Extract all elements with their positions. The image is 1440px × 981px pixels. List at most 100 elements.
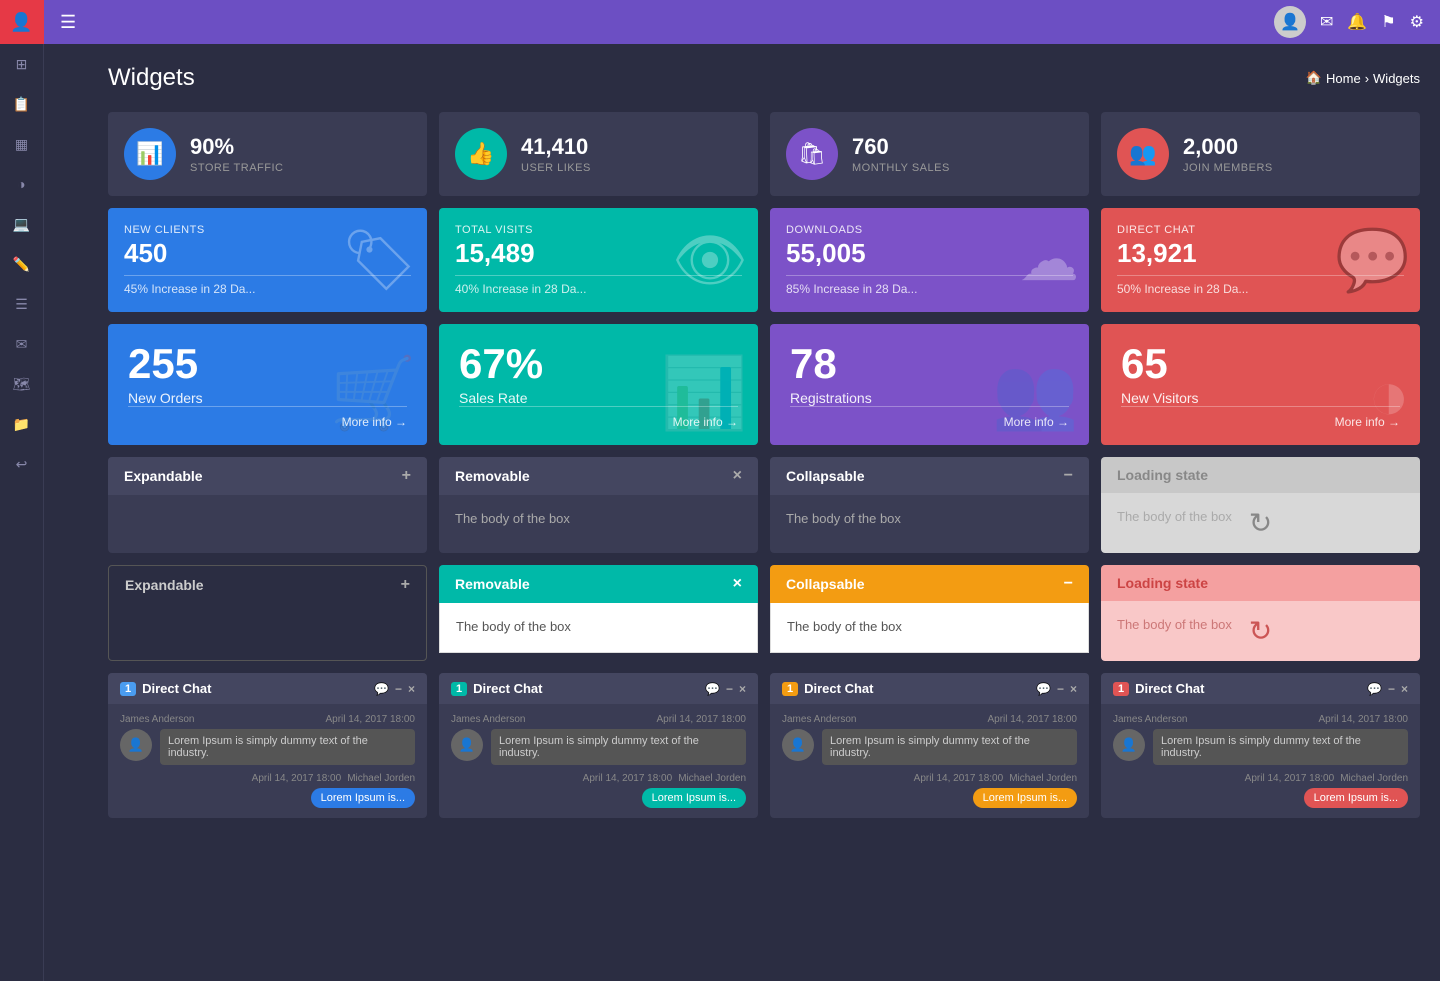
sidebar-icon-dashboard[interactable]: ⊞	[0, 44, 44, 84]
likes-label: USER LIKES	[521, 162, 591, 174]
chat-to-date-red: April 14, 2017 18:00	[1245, 773, 1335, 784]
remove-teal-action[interactable]: ×	[733, 575, 742, 593]
registrations-more-info[interactable]: More info →	[1004, 415, 1069, 429]
chat-title-blue: Direct Chat	[142, 681, 211, 696]
downloads-bg-icon: ☁	[1019, 225, 1079, 295]
chat-bg-icon: 💬	[1335, 225, 1410, 296]
registrations-label: Registrations	[790, 390, 1069, 406]
members-icon: 👥	[1117, 128, 1169, 180]
hamburger-menu[interactable]: ☰	[60, 12, 76, 33]
box-collapsable-title: Collapsable	[786, 468, 865, 484]
chat-close-teal[interactable]: ×	[739, 682, 746, 696]
bell-icon[interactable]: 🔔	[1347, 12, 1367, 32]
chat-to-msg-red: Lorem Ipsum is...	[1304, 788, 1408, 808]
chat-bubble-icon[interactable]: 💬	[374, 682, 389, 696]
traffic-icon: 📊	[124, 128, 176, 180]
main-content: Widgets 🏠 Home › Widgets 📊 90% STORE TRA…	[88, 44, 1440, 981]
chat-minimize-teal[interactable]: −	[726, 682, 733, 696]
box-collapsable-orange-title: Collapsable	[786, 576, 865, 592]
members-number: 2,000	[1183, 134, 1273, 160]
chat-from-avatar-orange: 👤	[782, 729, 814, 761]
stat-card-members: 👥 2,000 JOIN MEMBERS	[1101, 112, 1420, 196]
box-removable-header: Removable ×	[439, 457, 758, 495]
box-loading-dark: Loading state The body of the box ↻	[1101, 457, 1420, 553]
chat-to-msg-orange: Lorem Ipsum is...	[973, 788, 1077, 808]
chat-msg-orange: 👤 Lorem Ipsum is simply dummy text of th…	[782, 729, 1077, 765]
box-collapsable-orange-body: The body of the box	[770, 603, 1089, 653]
salesrate-number: 67%	[459, 340, 738, 388]
sidebar-icon-edit[interactable]: ✏️	[0, 244, 44, 284]
box-removable-body: The body of the box	[439, 495, 758, 545]
chat-bubble-icon-orange[interactable]: 💬	[1036, 682, 1051, 696]
chat-header-blue: 1 Direct Chat 💬 − ×	[108, 673, 427, 704]
sidebar-icon-folder[interactable]: 📁	[0, 404, 44, 444]
chat-to-name-blue: Michael Jorden	[347, 773, 415, 784]
big-stat-visitors: ◑ 65 New Visitors More info →	[1101, 324, 1420, 445]
chat-close-blue[interactable]: ×	[408, 682, 415, 696]
sidebar-icon-computer[interactable]: 💻	[0, 204, 44, 244]
page-header: Widgets 🏠 Home › Widgets	[108, 64, 1420, 92]
collapse-orange-action[interactable]: −	[1064, 575, 1073, 593]
chat-msg-red: 👤 Lorem Ipsum is simply dummy text of th…	[1113, 729, 1408, 765]
orders-more-info[interactable]: More info →	[342, 415, 407, 429]
stat-card-likes: 👍 41,410 USER LIKES	[439, 112, 758, 196]
big-stat-registrations: 👥 78 Registrations More info →	[770, 324, 1089, 445]
sidebar-icon-pie[interactable]: ◑	[0, 164, 44, 204]
chat-close-red[interactable]: ×	[1401, 682, 1408, 696]
salesrate-more-info[interactable]: More info →	[673, 415, 738, 429]
visitors-more-info[interactable]: More info →	[1335, 415, 1400, 429]
mail-icon[interactable]: ✉	[1320, 12, 1333, 32]
likes-icon: 👍	[455, 128, 507, 180]
loading-pink-spinner: ↻	[1249, 615, 1272, 648]
user-avatar[interactable]: 👤	[1274, 6, 1306, 38]
box-collapsable-dark: Collapsable − The body of the box	[770, 457, 1089, 553]
chat-title-red: Direct Chat	[1135, 681, 1204, 696]
chat-header-red: 1 Direct Chat 💬 − ×	[1101, 673, 1420, 704]
chat-from-date-orange: April 14, 2017 18:00	[987, 714, 1077, 725]
chat-minimize-red[interactable]: −	[1388, 682, 1395, 696]
chat-bubble-icon-teal[interactable]: 💬	[705, 682, 720, 696]
chat-from-avatar-teal: 👤	[451, 729, 483, 761]
expand-outline-action[interactable]: +	[401, 576, 410, 594]
chat-from-msg-orange: Lorem Ipsum is simply dummy text of the …	[822, 729, 1077, 765]
info-card-downloads: ☁ DOWNLOADS 55,005 85% Increase in 28 Da…	[770, 208, 1089, 312]
chat-card-blue: 1 Direct Chat 💬 − × James Anderson April…	[108, 673, 427, 818]
info-card-visits: 👁 TOTAL VISITS 15,489 40% Increase in 28…	[439, 208, 758, 312]
members-label: JOIN MEMBERS	[1183, 162, 1273, 174]
box-removable-dark: Removable × The body of the box	[439, 457, 758, 553]
chat-badge-blue: 1	[120, 682, 136, 696]
chat-to-name-teal: Michael Jorden	[678, 773, 746, 784]
sidebar-icon-back[interactable]: ↩	[0, 444, 44, 484]
breadcrumb-home: Home	[1326, 71, 1361, 86]
box-removable-teal: Removable × The body of the box	[439, 565, 758, 661]
flag-icon[interactable]: ⚑	[1381, 12, 1395, 32]
settings-icon[interactable]: ⚙	[1410, 12, 1424, 32]
box-loading-pink-body: The body of the box ↻	[1101, 601, 1420, 661]
expand-action[interactable]: +	[402, 467, 411, 485]
box-removable-teal-body: The body of the box	[439, 603, 758, 653]
chat-close-orange[interactable]: ×	[1070, 682, 1077, 696]
sidebar: 👤 ⊞ 📋 ▦ ◑ 💻 ✏️ ☰ ✉ 🗺 📁 ↩	[0, 0, 44, 981]
chat-body-blue: James Anderson April 14, 2017 18:00 👤 Lo…	[108, 704, 427, 818]
sidebar-icon-grid[interactable]: ▦	[0, 124, 44, 164]
breadcrumb-current: Widgets	[1373, 71, 1420, 86]
box-removable-teal-title: Removable	[455, 576, 530, 592]
box-cards-row4: Expandable + Removable × The body of the…	[108, 457, 1420, 553]
chat-card-teal: 1 Direct Chat 💬 − × James Anderson April…	[439, 673, 758, 818]
collapse-action[interactable]: −	[1064, 467, 1073, 485]
box-collapsable-body: The body of the box	[770, 495, 1089, 545]
sidebar-icon-copy[interactable]: 📋	[0, 84, 44, 124]
chat-bubble-icon-red[interactable]: 💬	[1367, 682, 1382, 696]
box-collapsable-header: Collapsable −	[770, 457, 1089, 495]
chat-to-msg-teal: Lorem Ipsum is...	[642, 788, 746, 808]
remove-action[interactable]: ×	[733, 467, 742, 485]
chat-minimize-orange[interactable]: −	[1057, 682, 1064, 696]
sidebar-icon-map[interactable]: 🗺	[0, 364, 44, 404]
chat-minimize-blue[interactable]: −	[395, 682, 402, 696]
sidebar-avatar[interactable]: 👤	[0, 0, 44, 44]
sidebar-icon-table[interactable]: ☰	[0, 284, 44, 324]
stat-card-traffic: 📊 90% STORE TRAFFIC	[108, 112, 427, 196]
sidebar-icon-mail[interactable]: ✉	[0, 324, 44, 364]
info-card-clients: 🏷 NEW CLIENTS 450 45% Increase in 28 Da.…	[108, 208, 427, 312]
chat-to-name-red: Michael Jorden	[1340, 773, 1408, 784]
